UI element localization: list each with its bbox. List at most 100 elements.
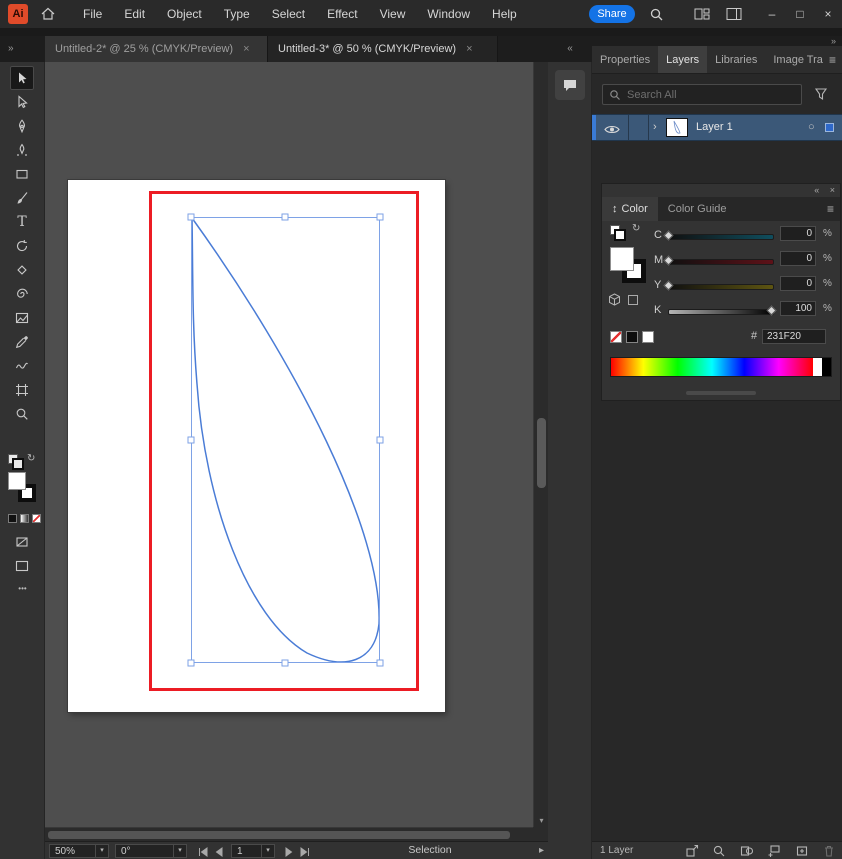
collapse-panel-icon[interactable]: « (814, 185, 819, 195)
black-swatch[interactable] (626, 331, 638, 343)
collapse-dock-button[interactable]: » (592, 36, 842, 46)
visibility-eye-icon[interactable] (604, 122, 620, 140)
comments-panel-button[interactable] (555, 70, 585, 100)
none-mode-swatch[interactable] (32, 514, 41, 523)
handle-bottom-right[interactable] (376, 659, 384, 667)
stroke-box-icon[interactable] (628, 295, 638, 305)
spectrum-white[interactable] (813, 358, 822, 376)
channel-value-k[interactable] (780, 301, 816, 316)
spectrum-black[interactable] (822, 358, 831, 376)
tab-layers[interactable]: Layers (658, 46, 708, 73)
color-spectrum-bar[interactable] (610, 357, 832, 377)
panel-menu-icon[interactable]: ≡ (829, 46, 836, 74)
tab-color[interactable]: ↕ Color (602, 197, 658, 221)
horizontal-scrollbar-thumb[interactable] (48, 831, 510, 839)
handle-middle-left[interactable] (187, 436, 195, 444)
fill-swatch[interactable] (8, 472, 26, 490)
layer-thumbnail[interactable] (666, 118, 688, 137)
tab-image-trace[interactable]: Image Tra (765, 46, 831, 73)
curvature-tool[interactable] (10, 138, 34, 162)
color-panel-menu-icon[interactable]: ≡ (827, 197, 834, 221)
horizontal-scrollbar[interactable] (45, 827, 533, 841)
next-artboard-button[interactable] (283, 845, 296, 857)
close-panel-icon[interactable]: × (830, 185, 835, 195)
minimize-button[interactable]: – (758, 0, 786, 28)
channel-slider-y[interactable] (668, 284, 774, 290)
channel-value-c[interactable] (780, 226, 816, 241)
handle-middle-right[interactable] (376, 436, 384, 444)
menu-object[interactable]: Object (156, 0, 213, 28)
arrange-documents-button[interactable] (694, 7, 710, 21)
handle-bottom-center[interactable] (281, 659, 289, 667)
rotation-dropdown[interactable]: 0° ▾ (115, 844, 187, 858)
expand-layer-icon[interactable]: › (653, 115, 657, 140)
rotate-view-tool[interactable] (10, 282, 34, 306)
menu-file[interactable]: File (72, 0, 113, 28)
gradient-mode-swatch[interactable] (20, 514, 29, 523)
menu-help[interactable]: Help (481, 0, 528, 28)
pen-tool[interactable] (10, 114, 34, 138)
close-window-button[interactable]: × (814, 0, 842, 28)
swap-fill-stroke-icon[interactable]: ↻ (632, 223, 640, 234)
channel-slider-m[interactable] (668, 259, 774, 265)
artboard-tool[interactable] (10, 378, 34, 402)
previous-artboard-button[interactable] (213, 845, 226, 857)
color-mode-swatch[interactable] (8, 514, 17, 523)
toolbar-collapse-button[interactable]: » (0, 36, 45, 62)
menu-effect[interactable]: Effect (316, 0, 368, 28)
document-tab-untitled-3[interactable]: Untitled-3* @ 50 % (CMYK/Preview) × (268, 36, 498, 62)
eraser-tool[interactable] (10, 258, 34, 282)
delete-layer-icon[interactable] (822, 844, 836, 859)
channel-slider-c[interactable] (668, 234, 774, 240)
canvas-area[interactable] (45, 62, 533, 827)
handle-top-left[interactable] (187, 213, 195, 221)
teardrop-path-shape[interactable] (191, 215, 380, 663)
layers-search-field[interactable] (602, 84, 802, 105)
color-cube-icon[interactable] (608, 293, 621, 311)
direct-selection-tool[interactable] (10, 90, 34, 114)
share-button[interactable]: Share (589, 5, 635, 23)
zoom-tool[interactable] (10, 402, 34, 426)
tab-libraries[interactable]: Libraries (707, 46, 765, 73)
selection-tool[interactable] (10, 66, 34, 90)
fill-stroke-mini-icon[interactable] (610, 225, 626, 241)
type-tool[interactable]: T (10, 210, 34, 234)
frame-tool[interactable] (10, 306, 34, 330)
eyedropper-tool[interactable] (10, 330, 34, 354)
rotate-tool[interactable] (10, 234, 34, 258)
fill-swatch[interactable] (610, 247, 634, 271)
search-button[interactable] (649, 7, 664, 22)
draw-mode-button[interactable] (10, 530, 34, 554)
handle-top-center[interactable] (281, 213, 289, 221)
channel-value-m[interactable] (780, 251, 816, 266)
layer-target-icon[interactable]: ○ (808, 115, 815, 140)
swap-fill-stroke-icon[interactable]: ↻ (27, 453, 35, 464)
edit-toolbar-button[interactable]: ••• (0, 584, 45, 593)
vertical-scrollbar[interactable]: ▾ (533, 62, 548, 827)
spectrum-rainbow[interactable] (611, 358, 813, 376)
locate-object-icon[interactable] (712, 844, 726, 859)
layer-selection-chip[interactable] (825, 123, 834, 132)
menu-select[interactable]: Select (261, 0, 316, 28)
new-sublayer-icon[interactable] (767, 844, 781, 859)
panel-resize-grip[interactable] (686, 391, 756, 395)
hex-value-input[interactable] (762, 329, 826, 344)
search-input[interactable] (625, 87, 801, 102)
none-swatch[interactable] (610, 331, 622, 343)
last-artboard-button[interactable] (299, 845, 312, 857)
shaper-tool[interactable] (10, 354, 34, 378)
menu-window[interactable]: Window (416, 0, 481, 28)
menu-type[interactable]: Type (213, 0, 261, 28)
rectangle-tool[interactable] (10, 162, 34, 186)
status-expand-icon[interactable]: ▸ (539, 842, 544, 859)
menu-edit[interactable]: Edit (113, 0, 156, 28)
vertical-scrollbar-thumb[interactable] (537, 418, 546, 488)
filter-icon[interactable] (814, 87, 828, 106)
maximize-button[interactable]: □ (786, 0, 814, 28)
channel-slider-k[interactable] (668, 309, 774, 315)
expand-panel-button[interactable]: « (548, 36, 592, 62)
handle-top-right[interactable] (376, 213, 384, 221)
home-button[interactable] (40, 6, 56, 22)
channel-value-y[interactable] (780, 276, 816, 291)
close-tab-icon[interactable]: × (243, 43, 249, 55)
